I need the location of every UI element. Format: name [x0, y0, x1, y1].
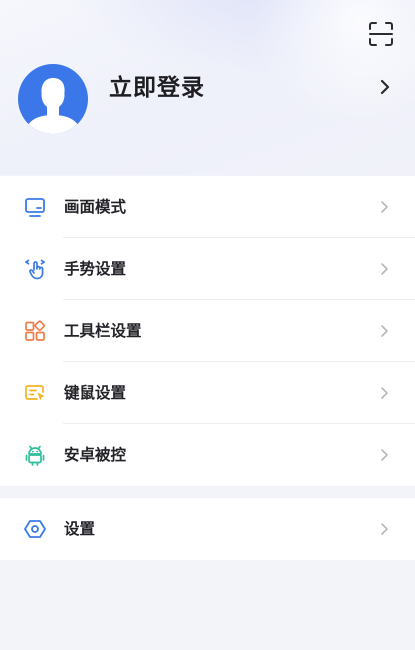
menu-item-display-mode[interactable]: 画面模式 [0, 176, 415, 238]
profile-header: 立即登录 [0, 0, 415, 175]
main-menu-card: 画面模式 手势设置 工具栏设置 键鼠设置 安卓被控 [0, 176, 415, 486]
hand-gesture-icon [25, 259, 45, 280]
chevron-right-icon [381, 387, 388, 399]
settings-hexagon-icon [24, 520, 46, 538]
chevron-right-icon [380, 79, 390, 95]
monitor-icon [25, 198, 45, 217]
chevron-right-icon [381, 449, 388, 461]
default-avatar-icon [24, 78, 82, 134]
menu-item-label: 画面模式 [64, 198, 127, 216]
keyboard-mouse-icon [25, 385, 45, 401]
grid-apps-icon [25, 320, 46, 341]
menu-item-label: 安卓被控 [64, 446, 127, 464]
login-label[interactable]: 立即登录 [109, 72, 205, 104]
menu-item-toolbar-settings[interactable]: 工具栏设置 [0, 300, 415, 362]
settings-menu-card: 设置 [0, 498, 415, 560]
chevron-right-icon [381, 523, 388, 535]
menu-item-settings[interactable]: 设置 [0, 498, 415, 560]
login-row[interactable]: 立即登录 [0, 58, 415, 138]
scan-button[interactable] [366, 19, 396, 49]
chevron-right-icon [381, 325, 388, 337]
menu-item-android-control[interactable]: 安卓被控 [0, 424, 415, 486]
menu-item-gesture-settings[interactable]: 手势设置 [0, 238, 415, 300]
chevron-right-icon [381, 201, 388, 213]
menu-item-label: 工具栏设置 [64, 322, 142, 340]
menu-item-keyboard-mouse-settings[interactable]: 键鼠设置 [0, 362, 415, 424]
menu-item-label: 手势设置 [64, 260, 127, 278]
android-icon [25, 445, 45, 466]
menu-item-label: 设置 [64, 520, 96, 538]
scan-icon [369, 22, 393, 46]
avatar[interactable] [18, 64, 88, 134]
chevron-right-icon [381, 263, 388, 275]
menu-item-label: 键鼠设置 [64, 384, 127, 402]
